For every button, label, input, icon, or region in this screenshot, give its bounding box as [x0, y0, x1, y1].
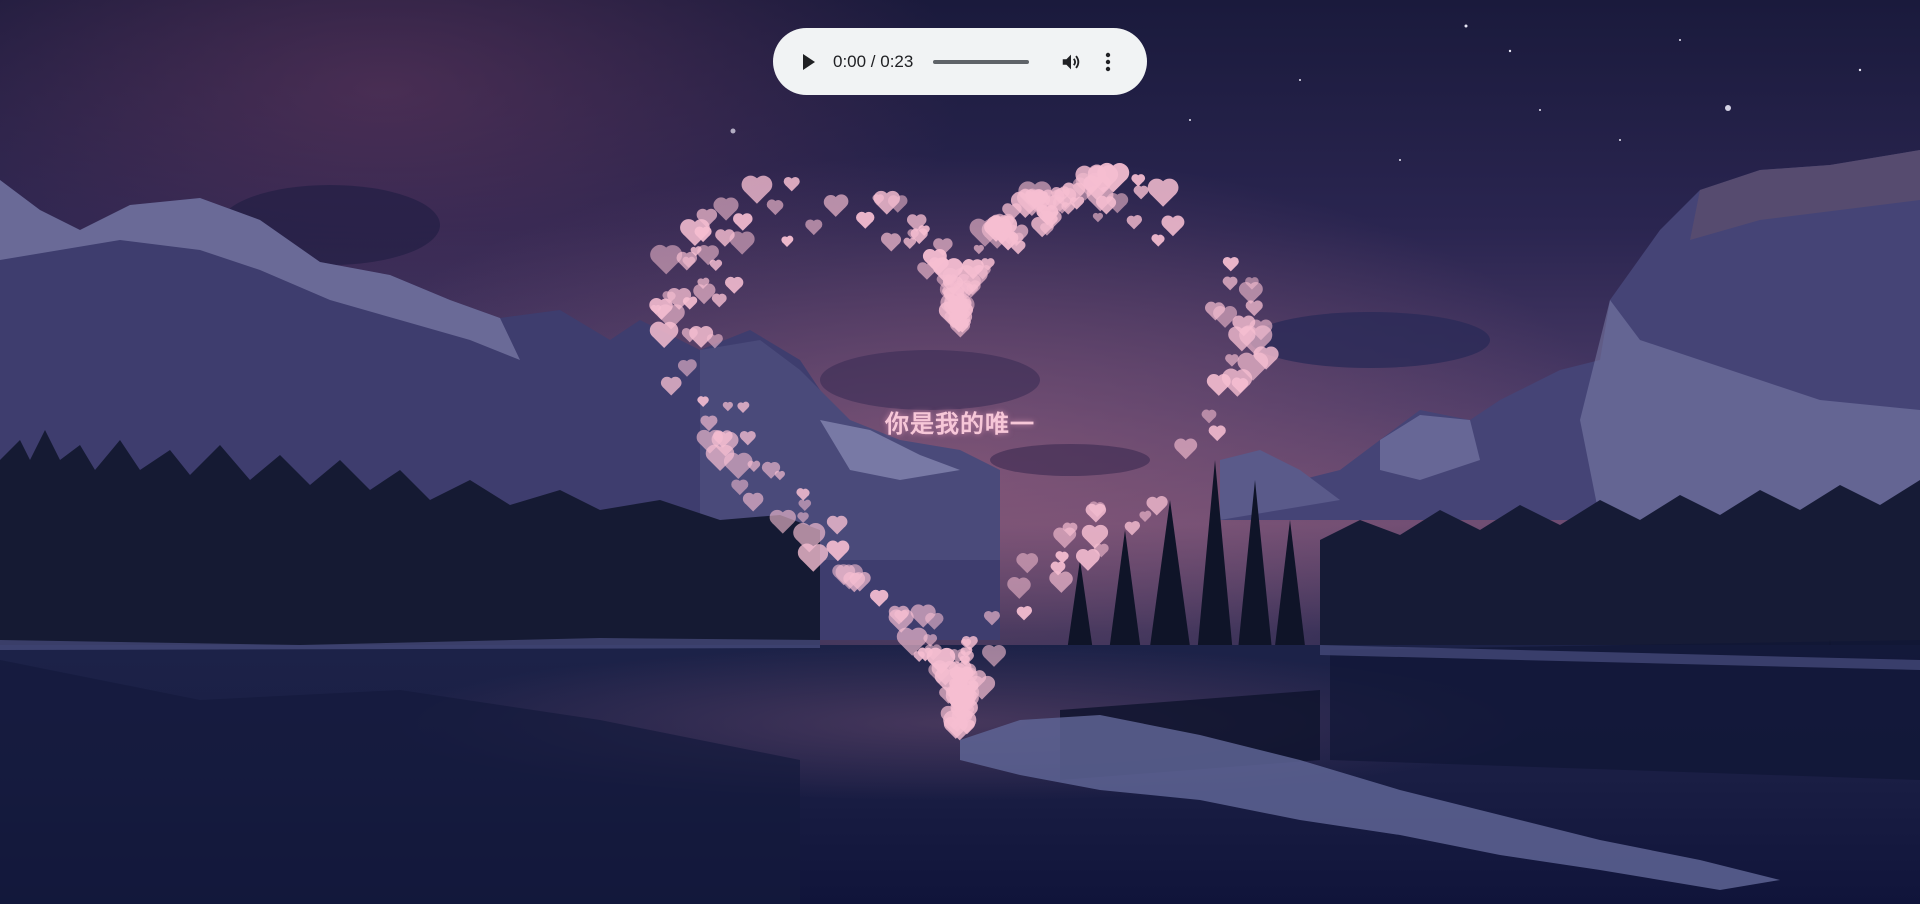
play-icon: [803, 53, 815, 70]
audio-player[interactable]: 0:00 / 0:23: [773, 28, 1147, 95]
volume-button[interactable]: [1059, 50, 1083, 74]
more-options-icon: [1106, 52, 1111, 71]
volume-icon: [1063, 54, 1080, 69]
love-message: 你是我的唯一: [885, 409, 1035, 438]
mountain-lake-background: [0, 0, 1920, 904]
progress-slider[interactable]: [933, 59, 1030, 64]
play-button[interactable]: [797, 50, 821, 74]
scene: 你是我的唯一 0:00 / 0:23: [0, 0, 1920, 904]
more-options-button[interactable]: [1099, 50, 1117, 74]
time-display: 0:00 / 0:23: [833, 51, 914, 71]
